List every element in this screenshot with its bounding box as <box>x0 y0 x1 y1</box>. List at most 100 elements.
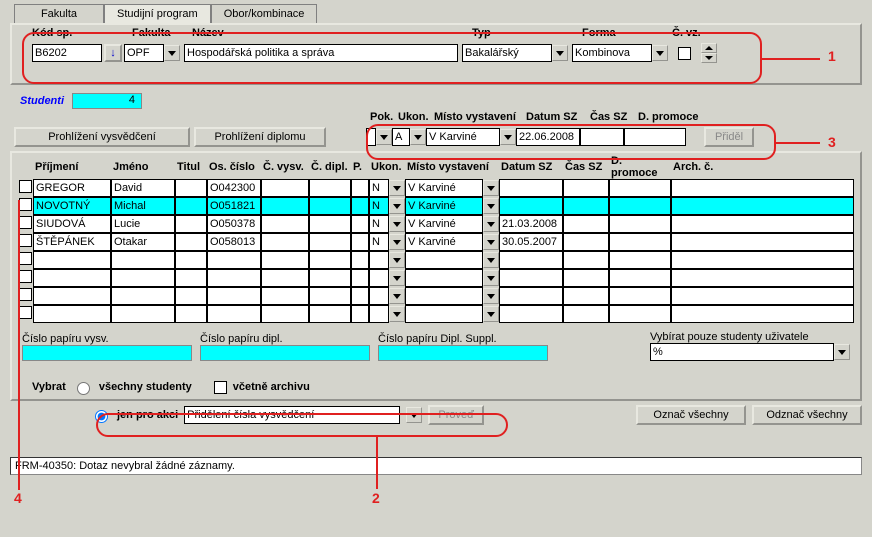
prohlizeni-vysvedceni-button[interactable]: Prohlížení vysvědčení <box>14 127 190 147</box>
cell[interactable] <box>175 233 207 251</box>
cvz-checkbox[interactable] <box>678 47 691 60</box>
cell-misto[interactable] <box>405 287 483 305</box>
table-row[interactable]: NOVOTNÝMichalO051821NV Karviné <box>18 197 854 215</box>
filter-cas-input[interactable] <box>580 128 624 146</box>
cell[interactable] <box>563 179 609 197</box>
cell[interactable] <box>175 287 207 305</box>
cell[interactable] <box>499 269 563 287</box>
cell-misto[interactable] <box>405 305 483 323</box>
cell[interactable] <box>175 215 207 233</box>
table-row[interactable] <box>18 269 854 287</box>
cell-ukon[interactable]: N <box>369 233 389 251</box>
cell[interactable] <box>563 197 609 215</box>
cell-ukon[interactable]: N <box>369 197 389 215</box>
cell[interactable] <box>111 305 175 323</box>
cell-ukon[interactable] <box>369 305 389 323</box>
kod-input[interactable]: B6202 <box>32 44 102 62</box>
cell[interactable] <box>351 251 369 269</box>
cell[interactable] <box>261 305 309 323</box>
tab-obor[interactable]: Obor/kombinace <box>211 4 318 23</box>
cell[interactable] <box>261 179 309 197</box>
cell-ukon[interactable]: N <box>369 215 389 233</box>
cell[interactable] <box>671 179 854 197</box>
chevron-down-icon[interactable] <box>483 288 499 304</box>
chevron-down-icon[interactable] <box>376 129 392 145</box>
cell[interactable] <box>207 251 261 269</box>
cell[interactable] <box>175 269 207 287</box>
prohlizeni-diplomu-button[interactable]: Prohlížení diplomu <box>194 127 326 147</box>
spinner-down[interactable] <box>701 53 717 63</box>
filter-misto-select[interactable]: V Karviné <box>426 128 500 146</box>
cell[interactable] <box>207 269 261 287</box>
cell[interactable] <box>609 179 671 197</box>
kod-lookup-button[interactable]: ↓ <box>104 44 122 62</box>
chevron-down-icon[interactable] <box>483 234 499 250</box>
row-checkbox[interactable] <box>19 288 32 301</box>
cell-misto[interactable]: V Karviné <box>405 197 483 215</box>
row-checkbox[interactable] <box>19 198 32 211</box>
cell[interactable] <box>33 287 111 305</box>
table-row[interactable]: ŠTĚPÁNEKOtakarO058013NV Karviné30.05.200… <box>18 233 854 251</box>
cell[interactable]: ŠTĚPÁNEK <box>33 233 111 251</box>
chevron-down-icon[interactable] <box>834 344 850 360</box>
cell[interactable] <box>309 179 351 197</box>
cell[interactable] <box>671 269 854 287</box>
cell-misto[interactable]: V Karviné <box>405 233 483 251</box>
cell[interactable] <box>609 287 671 305</box>
cell[interactable] <box>309 233 351 251</box>
cell[interactable] <box>563 215 609 233</box>
table-row[interactable]: GREGORDavidO042300NV Karviné <box>18 179 854 197</box>
cell[interactable] <box>671 251 854 269</box>
chevron-down-icon[interactable] <box>500 129 516 145</box>
cell[interactable] <box>671 233 854 251</box>
chevron-down-icon[interactable] <box>389 306 405 322</box>
cell[interactable] <box>671 287 854 305</box>
cell[interactable] <box>499 197 563 215</box>
cell[interactable] <box>609 269 671 287</box>
paper-vysv-input[interactable] <box>22 345 192 361</box>
chevron-down-icon[interactable] <box>389 216 405 232</box>
filter-pok-select[interactable] <box>366 128 376 146</box>
radio-jen-pro-akci[interactable] <box>95 410 108 423</box>
cell[interactable] <box>499 305 563 323</box>
cell[interactable] <box>261 287 309 305</box>
cell[interactable] <box>261 233 309 251</box>
chevron-down-icon[interactable] <box>389 198 405 214</box>
table-row[interactable] <box>18 251 854 269</box>
cell[interactable]: O050378 <box>207 215 261 233</box>
cell[interactable]: NOVOTNÝ <box>33 197 111 215</box>
forma-select[interactable]: Kombinova <box>572 44 652 62</box>
chevron-down-icon[interactable] <box>483 306 499 322</box>
cell[interactable] <box>33 269 111 287</box>
cell[interactable] <box>563 305 609 323</box>
row-checkbox[interactable] <box>19 234 32 247</box>
chevron-down-icon[interactable] <box>552 45 568 61</box>
cell-ukon[interactable] <box>369 251 389 269</box>
radio-all-students[interactable] <box>77 382 90 395</box>
archive-checkbox[interactable] <box>214 381 227 394</box>
table-row[interactable] <box>18 287 854 305</box>
cell[interactable] <box>261 269 309 287</box>
typ-select[interactable]: Bakalářský <box>462 44 552 62</box>
cell[interactable] <box>563 287 609 305</box>
cell[interactable] <box>351 179 369 197</box>
cell[interactable] <box>309 251 351 269</box>
cell-ukon[interactable]: N <box>369 179 389 197</box>
cell[interactable] <box>351 305 369 323</box>
cell[interactable] <box>351 215 369 233</box>
chevron-down-icon[interactable] <box>389 270 405 286</box>
chevron-down-icon[interactable] <box>406 407 422 423</box>
paper-dipl-input[interactable] <box>200 345 370 361</box>
cell[interactable] <box>563 233 609 251</box>
cell[interactable] <box>261 251 309 269</box>
cell[interactable] <box>33 305 111 323</box>
cell[interactable] <box>309 269 351 287</box>
user-select[interactable]: % <box>650 343 834 361</box>
pridel-button[interactable]: Přiděl <box>704 127 754 147</box>
row-checkbox[interactable] <box>19 252 32 265</box>
cell[interactable]: 21.03.2008 <box>499 215 563 233</box>
cell[interactable] <box>175 179 207 197</box>
cell-misto[interactable] <box>405 251 483 269</box>
cell[interactable] <box>111 287 175 305</box>
tab-program[interactable]: Studijní program <box>104 4 211 23</box>
